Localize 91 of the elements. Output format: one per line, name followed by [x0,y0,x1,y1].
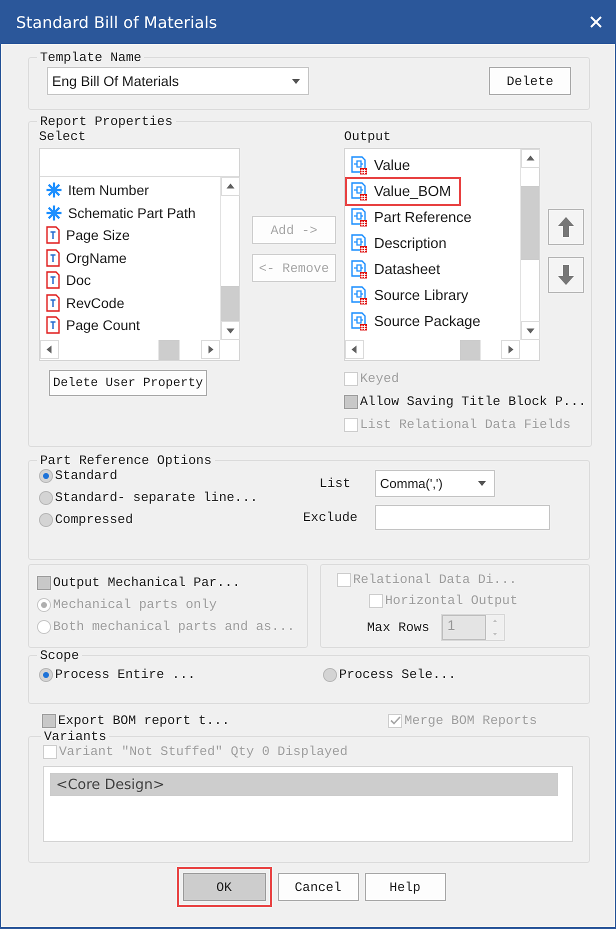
exclude-field[interactable] [375,505,550,530]
property-item[interactable]: Page Count [40,314,220,336]
caret-icon [478,481,486,486]
property-document-icon [351,156,368,175]
radio-button[interactable] [39,512,53,526]
radio-button[interactable] [39,668,53,682]
text-document-icon [46,271,60,290]
vertical-scrollbar[interactable] [520,149,539,340]
property-item[interactable]: OrgName [40,246,220,269]
list-dropdown[interactable]: Comma(',') [375,470,495,497]
group-label: Report Properties [39,114,174,129]
template-dropdown[interactable]: Eng Bill Of Materials [47,67,309,95]
text-document-icon [46,316,60,334]
radio-label: Compressed [55,512,134,527]
property-item[interactable]: Page Size [40,224,220,246]
property-item[interactable]: RevCode [40,292,220,314]
property-item[interactable]: Schematic Part Path [40,202,220,224]
scroll-up-icon[interactable] [221,177,240,196]
radio-label: Process Entire ... [55,667,196,682]
scroll-left-icon[interactable] [345,340,364,359]
window-title: Standard Bill of Materials [16,12,218,32]
radio-button[interactable] [323,668,337,682]
output-item[interactable]: Part Reference [347,205,480,230]
property-document-icon [351,312,368,331]
checkbox[interactable] [37,576,51,590]
property-document-icon [351,234,368,253]
property-document-icon [351,208,368,227]
move-up-button[interactable] [548,209,584,245]
asterisk-icon [46,182,62,198]
scroll-left-icon[interactable] [40,340,59,359]
group-label: Part Reference Options [39,453,213,468]
checkbox-label: Variant "Not Stuffed" Qty 0 Displayed [59,744,348,759]
close-icon[interactable] [589,15,603,29]
radio-button[interactable] [39,468,53,482]
list-label: Select [39,129,87,145]
asterisk-icon [46,204,62,221]
scroll-down-icon[interactable] [521,321,540,340]
checkbox-label: Merge BOM Reports [404,713,537,728]
arrow-down-icon [556,263,576,287]
group-label: Template Name [39,50,142,65]
scroll-up-icon[interactable] [521,149,540,168]
delete-button[interactable]: Delete [489,67,571,95]
text-document-icon [46,248,60,267]
output-item[interactable]: Datasheet [347,257,448,282]
vertical-scrollbar[interactable] [220,177,239,340]
field-label: Exclude [302,510,359,525]
output-item[interactable]: Source Library [347,283,476,308]
checkbox-label: Allow Saving Title Block P... [360,394,586,409]
checkbox-label: List Relational Data Fields [360,417,571,432]
property-item[interactable]: Doc [40,269,220,292]
output-item[interactable]: Value [347,153,418,178]
radio-label: Mechanical parts only [53,597,217,612]
field-label: Max Rows [367,620,430,635]
radio-button[interactable] [39,490,53,504]
scroll-thumb[interactable] [221,286,239,321]
checkbox-label: Horizontal Output [385,593,518,608]
checkbox-label: Relational Data Di... [353,572,517,587]
caret-icon [292,78,300,84]
property-document-icon [351,286,368,305]
field-label: List [318,476,352,491]
variant-item[interactable]: <Core Design> [50,773,558,796]
output-item[interactable]: Value_BOM [347,179,460,204]
property-item[interactable]: Item Number [40,179,220,202]
text-document-icon [46,294,60,312]
dialog-button[interactable]: Cancel [278,873,358,901]
dialog-button[interactable]: Help [364,873,446,901]
move-down-button[interactable] [548,257,584,293]
property-document-icon [351,182,368,201]
scroll-right-icon[interactable] [201,340,220,359]
output-item[interactable]: Description [347,231,455,256]
property-document-icon [351,260,368,279]
group-label: Variants [43,729,108,744]
scroll-right-icon[interactable] [501,340,520,359]
delete-user-property-button[interactable]: Delete User Property [49,370,207,396]
radio-label: Both mechanical parts and as... [53,619,295,634]
list-label: Output [344,129,392,145]
text-document-icon [46,226,60,244]
scroll-down-icon[interactable] [221,321,240,340]
checkbox-label: Keyed [360,371,400,386]
checkbox-label: Output Mechanical Par... [53,575,240,590]
group-label: Scope [39,648,80,663]
arrow-up-icon [556,215,576,239]
dialog-button[interactable]: OK [176,867,272,907]
radio-label: Standard- separate line... [55,490,258,505]
checkbox[interactable] [344,394,358,408]
checkbox[interactable] [42,714,56,728]
checkbox-label: Export BOM report t... [58,713,230,728]
output-item[interactable]: Source Package [347,309,488,334]
scroll-thumb[interactable] [521,186,539,260]
radio-label: Process Sele... [339,667,456,682]
radio-label: Standard [55,468,118,483]
